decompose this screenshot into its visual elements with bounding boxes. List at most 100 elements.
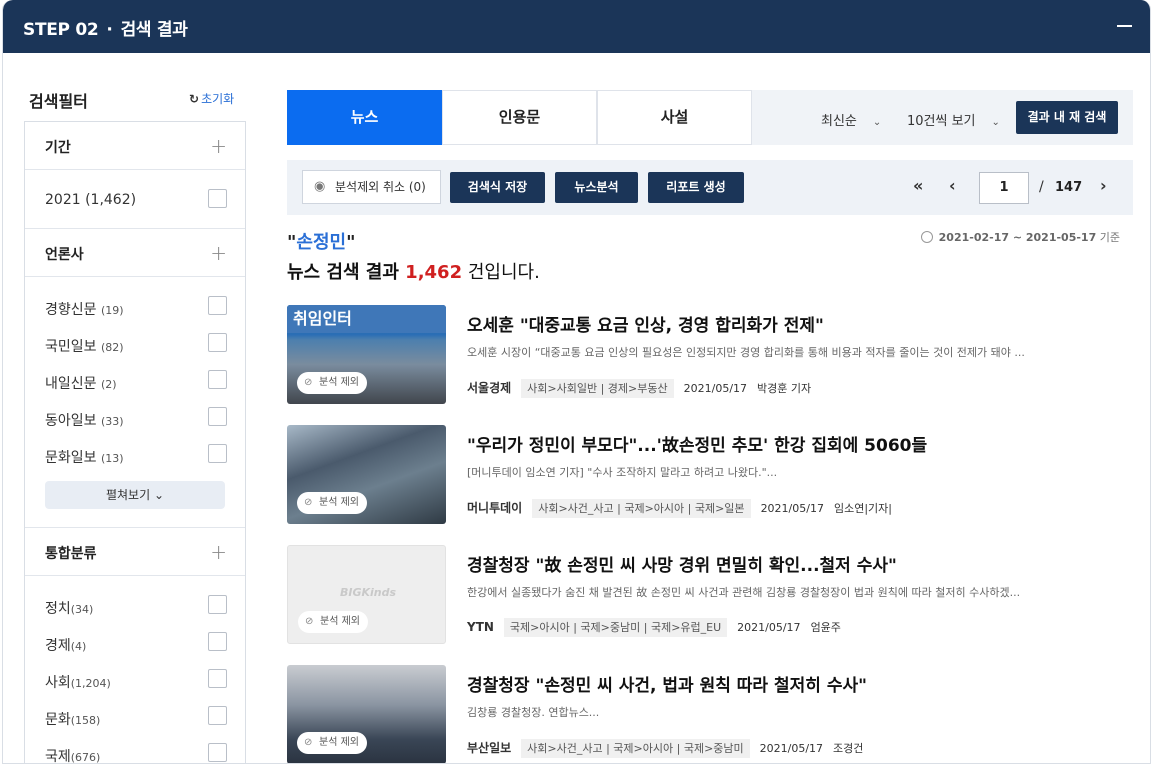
article-meta: 머니투데이 사회>사건_사고 | 국제>아시아 | 국제>일본 2021/05/17… bbox=[467, 499, 892, 518]
search-keyword: "손정민" bbox=[287, 228, 355, 254]
research-button[interactable]: 결과 내 재 검색 bbox=[1016, 101, 1118, 134]
checkbox[interactable] bbox=[208, 407, 227, 426]
filter-section-label: 통합분류 bbox=[45, 546, 97, 562]
checkbox[interactable] bbox=[208, 333, 227, 352]
per-page-select[interactable]: 10건씩 보기 ⌄ bbox=[907, 110, 1000, 129]
refresh-icon: ↻ bbox=[189, 92, 200, 106]
clock-icon bbox=[920, 231, 933, 243]
filter-item-label: 문화일보 bbox=[45, 450, 97, 466]
exclude-label: 분석 제외 bbox=[319, 497, 359, 508]
report-button[interactable]: 리포트 생성 bbox=[648, 172, 744, 203]
article-title[interactable]: 경찰청장 "손정민 씨 사건, 법과 원칙 따라 철저히 수사" bbox=[467, 671, 867, 696]
article-reporter: 엄윤주 bbox=[810, 621, 841, 634]
filter-item-label: 내일신문 bbox=[45, 376, 97, 392]
article-title[interactable]: 경찰청장 "故 손정민 씨 사망 경위 면밀히 확인...철저 수사" bbox=[467, 551, 897, 576]
chevron-down-icon: ⌄ bbox=[153, 488, 165, 502]
filter-item[interactable]: 경제(4) bbox=[25, 628, 245, 658]
filter-item-count: (19) bbox=[100, 304, 124, 317]
filter-item[interactable]: 2021 (1,462) bbox=[25, 185, 245, 215]
exclude-button[interactable]: ⊘ 분석 제외 bbox=[298, 611, 368, 633]
filter-item[interactable]: 문화일보 (13) bbox=[25, 440, 245, 470]
eye-icon: ◉ bbox=[314, 179, 326, 194]
article-thumbnail[interactable]: 취임인터 ⊘ 분석 제외 bbox=[287, 305, 446, 404]
filter-section-press[interactable]: 언론사 + bbox=[25, 229, 245, 277]
prev-page-icon[interactable]: ‹ bbox=[949, 176, 956, 195]
checkbox[interactable] bbox=[208, 444, 227, 463]
filter-item[interactable]: 내일신문 (2) bbox=[25, 366, 245, 396]
filter-item[interactable]: 문화(158) bbox=[25, 702, 245, 732]
filter-item-label: 경제 bbox=[45, 638, 71, 654]
tab-news[interactable]: 뉴스 bbox=[287, 90, 442, 145]
summary-prefix: 뉴스 검색 결과 bbox=[287, 262, 406, 283]
filter-item[interactable]: 국제(676) bbox=[25, 739, 245, 763]
checkbox[interactable] bbox=[208, 296, 227, 315]
bigkinds-logo: BIGKinds bbox=[340, 586, 397, 599]
article-thumbnail[interactable]: ⊘ 분석 제외 bbox=[287, 665, 446, 763]
next-page-icon[interactable]: › bbox=[1100, 176, 1107, 195]
article-snippet: 오세훈 시장이 “대중교통 요금 인상의 필요성은 인정되지만 경영 합리화를 … bbox=[467, 346, 1025, 359]
article-item[interactable]: ⊘ 분석 제외 "우리가 정민이 부모다"...'故손정민 추모' 한강 집회에 … bbox=[287, 425, 1133, 525]
exclude-button[interactable]: ⊘ 분석 제외 bbox=[297, 372, 367, 394]
filter-item-count: (2) bbox=[100, 378, 117, 391]
filter-item-count: (33) bbox=[100, 415, 124, 428]
checkbox[interactable] bbox=[208, 743, 227, 762]
save-query-button[interactable]: 검색식 저장 bbox=[450, 172, 545, 203]
filter-item[interactable]: 경향신문 (19) bbox=[25, 292, 245, 322]
filter-item-count: (82) bbox=[100, 341, 124, 354]
article-press: 서울경제 bbox=[467, 381, 512, 395]
filter-item-count: (34) bbox=[70, 603, 94, 616]
collapse-icon[interactable] bbox=[1117, 25, 1132, 27]
page-total: 147 bbox=[1055, 180, 1083, 195]
exclude-button[interactable]: ⊘ 분석 제외 bbox=[297, 492, 367, 514]
plus-icon[interactable]: + bbox=[210, 134, 227, 158]
plus-icon[interactable]: + bbox=[210, 241, 227, 265]
filter-item[interactable]: 동아일보 (33) bbox=[25, 403, 245, 433]
expand-button[interactable]: 펼쳐보기 ⌄ bbox=[45, 481, 225, 509]
article-reporter: 조경건 bbox=[833, 742, 864, 755]
article-thumbnail[interactable]: BIGKinds ⊘ 분석 제외 bbox=[287, 545, 446, 644]
filter-item[interactable]: 사회(1,204) bbox=[25, 665, 245, 695]
filter-item-count: (1,204) bbox=[70, 677, 111, 690]
checkbox[interactable] bbox=[208, 189, 227, 208]
page-input[interactable]: 1 bbox=[979, 172, 1029, 204]
article-item[interactable]: 취임인터 ⊘ 분석 제외 오세훈 "대중교통 요금 인상, 경영 합리화가 전제"… bbox=[287, 305, 1133, 405]
first-page-icon[interactable]: « bbox=[913, 176, 923, 195]
per-page-value: 10건씩 보기 bbox=[907, 114, 976, 129]
exclude-label: 분석 제외 bbox=[319, 377, 359, 388]
article-snippet: [머니투데이 임소연 기자] "수사 조작하지 말라고 하려고 나왔다."... bbox=[467, 466, 778, 479]
filter-item[interactable]: 정치(34) bbox=[25, 591, 245, 621]
article-title[interactable]: "우리가 정민이 부모다"...'故손정민 추모' 한강 집회에 5060들 bbox=[467, 431, 927, 456]
checkbox[interactable] bbox=[208, 595, 227, 614]
step-dot: · bbox=[106, 20, 113, 40]
tab-editorial[interactable]: 사설 bbox=[597, 90, 752, 145]
reset-label: 초기화 bbox=[201, 92, 235, 106]
filter-section-category[interactable]: 통합분류 + bbox=[25, 528, 245, 576]
tab-quotes[interactable]: 인용문 bbox=[442, 90, 597, 145]
article-item[interactable]: ⊘ 분석 제외 경찰청장 "손정민 씨 사건, 법과 원칙 따라 철저히 수사" … bbox=[287, 665, 1133, 763]
keyword-text: 손정민 bbox=[296, 232, 347, 253]
plus-icon[interactable]: + bbox=[210, 540, 227, 564]
article-thumbnail[interactable]: ⊘ 분석 제외 bbox=[287, 425, 446, 524]
news-analysis-button[interactable]: 뉴스분석 bbox=[555, 172, 638, 203]
filter-section-period[interactable]: 기간 + bbox=[25, 122, 245, 170]
checkbox[interactable] bbox=[208, 370, 227, 389]
article-press: 부산일보 bbox=[467, 741, 512, 755]
article-title[interactable]: 오세훈 "대중교통 요금 인상, 경영 합리화가 전제" bbox=[467, 311, 824, 336]
filter-item[interactable]: 국민일보 (82) bbox=[25, 329, 245, 359]
summary-suffix: 건입니다. bbox=[462, 262, 540, 283]
filter-item-label: 동아일보 bbox=[45, 413, 97, 429]
expand-label: 펼쳐보기 bbox=[105, 488, 151, 502]
checkbox[interactable] bbox=[208, 632, 227, 651]
exclude-button[interactable]: ⊘ 분석 제외 bbox=[297, 732, 367, 754]
sort-order-select[interactable]: 최신순 ⌄ bbox=[821, 110, 881, 129]
exclude-label: 분석 제외 bbox=[319, 737, 359, 748]
step-title: 검색 결과 bbox=[120, 20, 188, 40]
eye-off-icon: ⊘ bbox=[304, 737, 313, 748]
reset-button[interactable]: ↻ 초기화 bbox=[189, 90, 234, 107]
article-item[interactable]: BIGKinds ⊘ 분석 제외 경찰청장 "故 손정민 씨 사망 경위 면밀히 … bbox=[287, 545, 1133, 645]
checkbox[interactable] bbox=[208, 706, 227, 725]
exclude-cancel-button[interactable]: ◉ 분석제외 취소 (0) bbox=[302, 170, 441, 204]
checkbox[interactable] bbox=[208, 669, 227, 688]
article-meta: 서울경제 사회>사회일반 | 경제>부동산 2021/05/17 박경훈 기자 bbox=[467, 379, 811, 398]
article-meta: YTN 국제>아시아 | 국제>중남미 | 국제>유럽_EU 2021/05/17 엄… bbox=[467, 618, 841, 637]
